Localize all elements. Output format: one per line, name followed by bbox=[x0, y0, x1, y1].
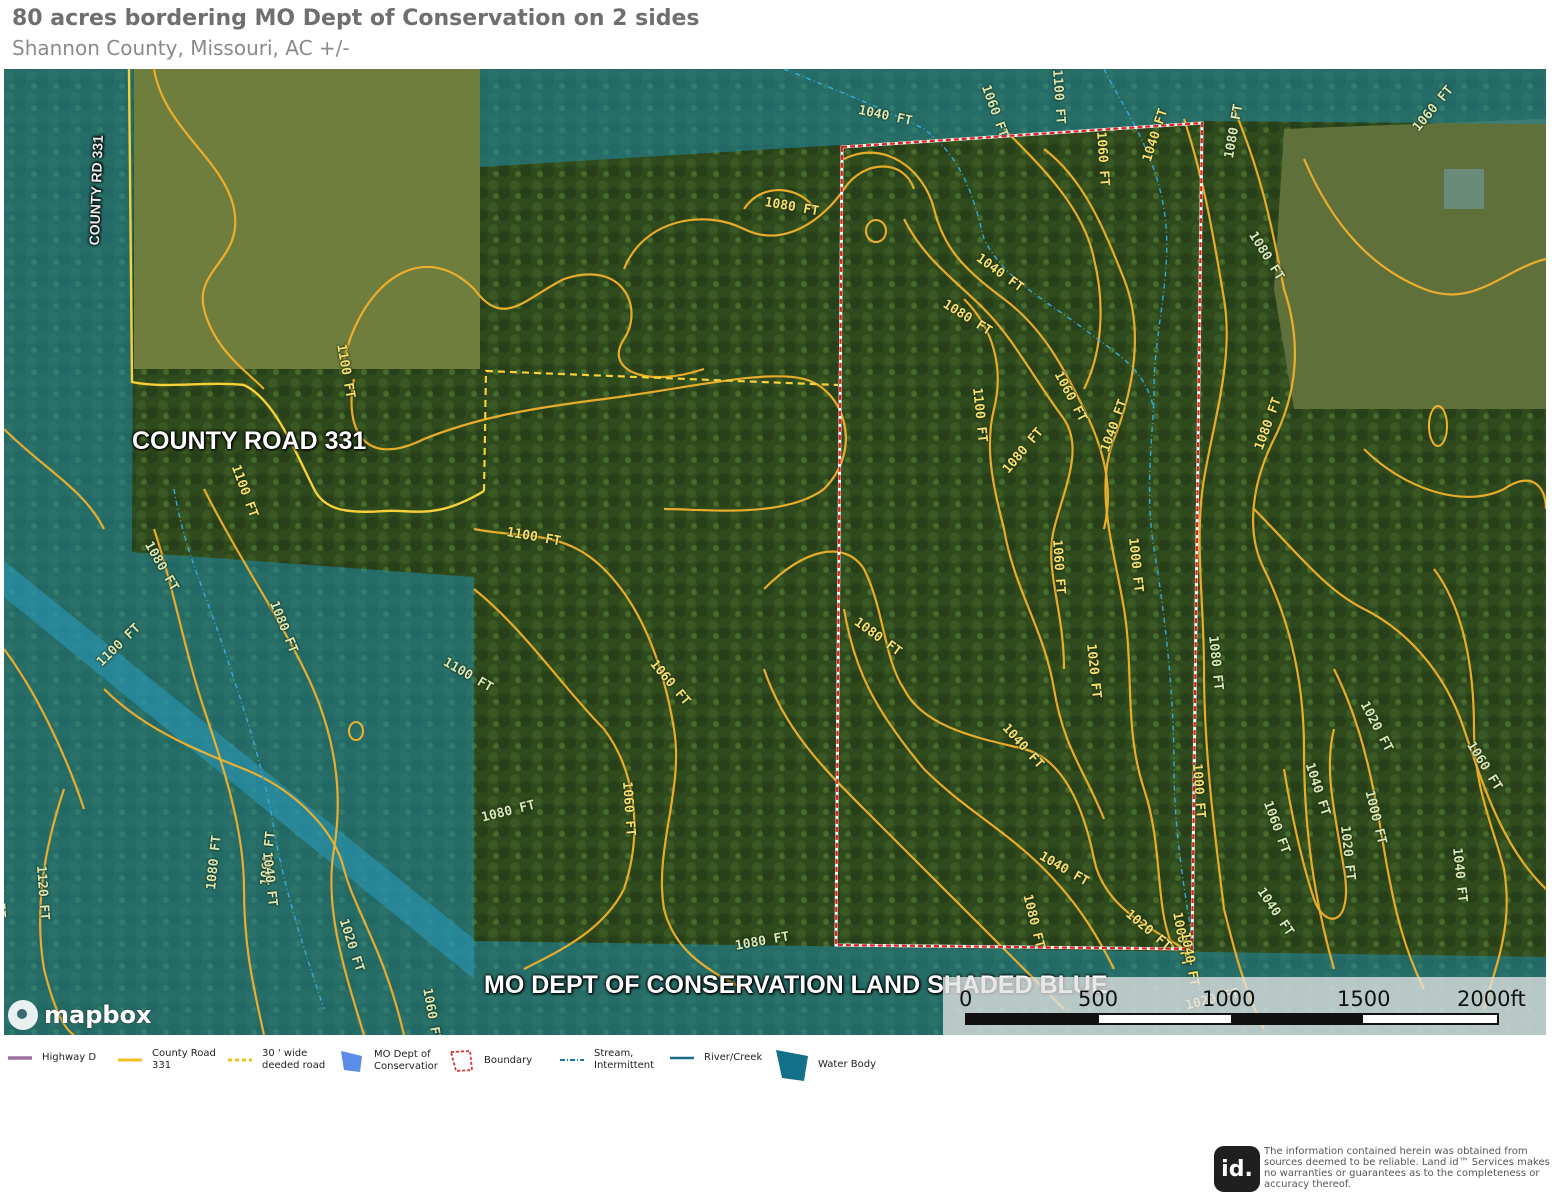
pond bbox=[1444, 169, 1484, 209]
legend-item-boundary: Boundary bbox=[448, 1048, 554, 1074]
map-legend: Highway D County Road 331 30 ' wide deed… bbox=[6, 1048, 1006, 1088]
mapbox-attribution[interactable]: mapbox bbox=[8, 1000, 152, 1030]
scale-tick: 1500 bbox=[1337, 987, 1391, 1011]
disclaimer-text: The information contained herein was obt… bbox=[1264, 1146, 1550, 1190]
legend-item-stream: Stream, Intermittent bbox=[558, 1048, 664, 1072]
scale-tick: 2000ft bbox=[1457, 987, 1526, 1011]
scale-bar-graphic bbox=[965, 1013, 1499, 1025]
mapbox-text: mapbox bbox=[44, 1001, 152, 1029]
legend-polygon-icon bbox=[341, 1051, 362, 1072]
legend-line-icon bbox=[8, 1056, 32, 1060]
legend-item-county-road: County Road 331 bbox=[116, 1048, 222, 1072]
legend-item-river: River/Creek bbox=[668, 1048, 774, 1068]
legend-label: Water Body bbox=[818, 1059, 876, 1070]
legend-label: Boundary bbox=[484, 1055, 533, 1066]
legend-item-conservation: MO Dept of Conservatior bbox=[338, 1048, 444, 1074]
legend-line-icon bbox=[118, 1058, 142, 1062]
legend-outline-icon bbox=[449, 1050, 473, 1072]
legend-item-water-body: Water Body bbox=[774, 1048, 888, 1082]
scale-tick: 0 bbox=[959, 987, 973, 1011]
scale-bar: 0 500 1000 1500 2000ft bbox=[943, 977, 1546, 1035]
land-id-logo: id. bbox=[1214, 1146, 1260, 1192]
field-northwest bbox=[134, 69, 480, 369]
legend-label: MO Dept of Conservatior bbox=[374, 1049, 438, 1072]
legend-label: Highway D bbox=[42, 1052, 97, 1063]
legend-item-highway-d: Highway D bbox=[6, 1048, 122, 1068]
footer: id. The information contained herein was… bbox=[1214, 1146, 1552, 1192]
legend-label: River/Creek bbox=[704, 1052, 763, 1063]
map-canvas bbox=[4, 69, 1546, 1035]
legend-label: 30 ' wide deeded road bbox=[262, 1048, 326, 1071]
map-view[interactable]: 1040 FT 1060 FT 1100 FT 1060 FT 1040 FT 1040 … bbox=[4, 69, 1546, 1035]
page-title: 80 acres bordering MO Dept of Conservati… bbox=[12, 6, 700, 31]
legend-dashed-icon bbox=[228, 1058, 252, 1062]
page-subtitle: Shannon County, Missouri, AC +/- bbox=[12, 36, 350, 60]
mapbox-icon bbox=[8, 1000, 38, 1030]
legend-label: Stream, Intermittent bbox=[594, 1048, 655, 1071]
field-east bbox=[1274, 119, 1546, 409]
legend-item-deeded-road: 30 ' wide deeded road bbox=[226, 1048, 332, 1072]
legend-line-icon bbox=[670, 1056, 694, 1060]
scale-tick: 500 bbox=[1078, 987, 1119, 1011]
legend-dashdot-icon bbox=[560, 1059, 584, 1061]
scale-tick: 1000 bbox=[1202, 987, 1256, 1011]
legend-label: County Road 331 bbox=[152, 1048, 216, 1071]
county-road-label: COUNTY ROAD 331 bbox=[132, 427, 367, 455]
legend-polygon-icon bbox=[776, 1050, 808, 1081]
